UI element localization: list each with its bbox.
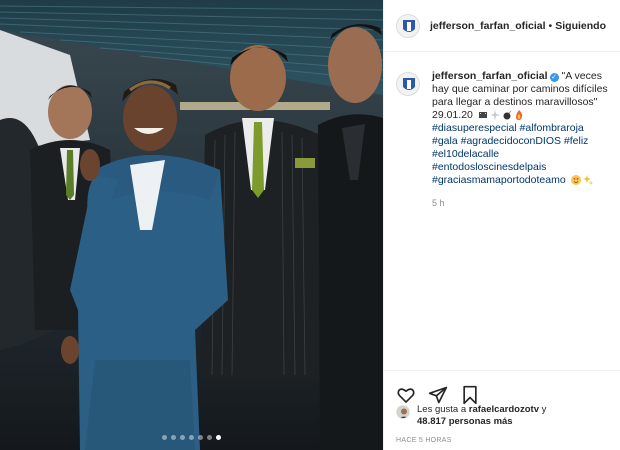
bomb-emoji-icon	[503, 110, 512, 120]
carousel-dot	[207, 435, 212, 440]
fire-emoji-icon	[515, 110, 522, 120]
posted-time-label[interactable]: HACE 5 HORAS	[396, 437, 452, 444]
caption-emojis	[478, 110, 524, 120]
club-logo-icon	[397, 14, 419, 37]
hashtag-line[interactable]: #gala #agradecidoconDIOS #feliz	[432, 135, 612, 148]
carousel-dot	[198, 435, 203, 440]
heart-eyes-emoji-icon	[570, 175, 581, 185]
header-username[interactable]: jefferson_farfan_oficial	[430, 20, 546, 32]
sparkles-emoji-icon	[582, 175, 593, 185]
likes-summary: Les gusta a rafaelcardozotv y 48.817 per…	[396, 404, 616, 428]
hashtag-line[interactable]: #graciasmamaportodoteamo	[432, 174, 566, 186]
heart-icon	[397, 387, 415, 403]
hashtag-line[interactable]: #entodosloscinesdelpais	[432, 161, 612, 174]
post-header: jefferson_farfan_oficial • Siguiendo	[384, 0, 620, 52]
hashtag-line[interactable]: #diasuperespecial #alfombraroja	[432, 122, 612, 135]
carousel-indicator	[0, 435, 383, 440]
paper-plane-icon	[428, 386, 448, 403]
like-button[interactable]	[396, 385, 416, 405]
header-separator: •	[548, 19, 553, 32]
caption-end-emojis	[570, 175, 593, 185]
likes-connector: y	[541, 404, 547, 415]
carousel-dot	[180, 435, 185, 440]
save-button[interactable]	[460, 385, 480, 405]
caption-time-ago: 5 h	[432, 198, 445, 208]
caption-avatar[interactable]	[396, 72, 420, 96]
post-side-panel: jefferson_farfan_oficial • Siguiendo jef…	[383, 0, 620, 450]
profile-avatar[interactable]	[396, 13, 420, 38]
carousel-dot-active	[216, 435, 221, 440]
bookmark-icon	[463, 385, 477, 404]
carousel-dot	[162, 435, 167, 440]
sparkle-emoji-icon	[489, 110, 500, 120]
follow-status-button[interactable]: Siguiendo	[555, 20, 606, 32]
caption-date-line: 29.01.20	[432, 109, 612, 122]
film-emoji-icon	[478, 112, 487, 118]
hashtag-line-last: #graciasmamaportodoteamo	[432, 174, 612, 187]
club-logo-icon	[397, 73, 419, 95]
carousel-dot	[189, 435, 194, 440]
post-photo[interactable]	[0, 0, 383, 450]
carousel-dot	[171, 435, 176, 440]
caption-date: 29.01.20	[432, 109, 473, 121]
likes-prefix: Les gusta a	[417, 404, 467, 415]
likes-text: Les gusta a rafaelcardozotv y 48.817 per…	[417, 404, 546, 428]
user-avatar-icon	[397, 406, 409, 418]
likes-count-link[interactable]: 48.817 personas más	[417, 416, 513, 427]
share-button[interactable]	[428, 385, 448, 405]
photo-scene	[0, 0, 383, 450]
liker-username[interactable]: rafaelcardozotv	[469, 404, 539, 415]
verified-badge-icon: ✓	[549, 73, 559, 82]
hashtag-line[interactable]: #el10delacalle	[432, 148, 612, 161]
caption-username[interactable]: jefferson_farfan_oficial	[432, 70, 548, 82]
caption-text-block: jefferson_farfan_oficial ✓ "A veces hay q…	[432, 70, 612, 210]
action-bar	[384, 370, 620, 408]
post-caption: jefferson_farfan_oficial ✓ "A veces hay q…	[396, 70, 618, 210]
liker-avatar[interactable]	[396, 405, 410, 419]
